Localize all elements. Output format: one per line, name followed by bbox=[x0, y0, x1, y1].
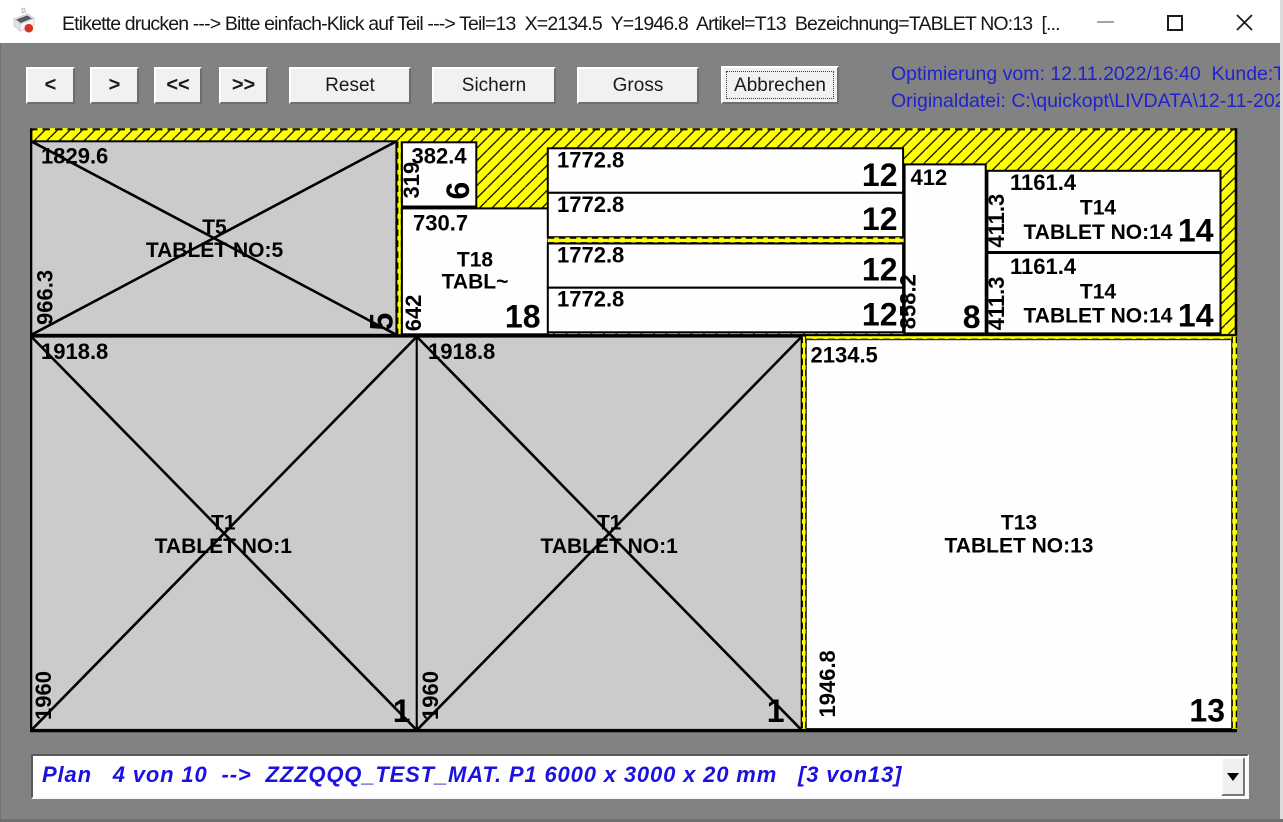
svg-text:TABLET NO:5: TABLET NO:5 bbox=[146, 239, 284, 262]
svg-text:1161.4: 1161.4 bbox=[1010, 170, 1077, 195]
svg-text:T14: T14 bbox=[1080, 280, 1117, 303]
svg-text:966.3: 966.3 bbox=[33, 270, 58, 325]
svg-text:18: 18 bbox=[505, 299, 541, 335]
svg-text:1772.8: 1772.8 bbox=[557, 287, 624, 312]
svg-text:T5: T5 bbox=[202, 216, 227, 239]
svg-text:T18: T18 bbox=[457, 249, 494, 272]
svg-text:1960: 1960 bbox=[31, 671, 56, 720]
svg-text:TABLET NO:1: TABLET NO:1 bbox=[541, 535, 679, 558]
svg-text:TABL~: TABL~ bbox=[442, 271, 509, 294]
svg-text:1946.8: 1946.8 bbox=[815, 650, 840, 717]
svg-text:T13: T13 bbox=[1001, 512, 1037, 535]
svg-text:1: 1 bbox=[767, 693, 785, 729]
svg-text:412: 412 bbox=[911, 165, 948, 190]
svg-text:T1: T1 bbox=[597, 512, 622, 535]
svg-text:TABLET NO:13: TABLET NO:13 bbox=[945, 535, 1094, 558]
svg-text:5: 5 bbox=[364, 313, 400, 331]
svg-text:8: 8 bbox=[963, 299, 981, 335]
svg-text:12: 12 bbox=[862, 157, 898, 193]
svg-text:1918.8: 1918.8 bbox=[41, 339, 108, 364]
svg-text:642: 642 bbox=[401, 295, 426, 332]
svg-text:1772.8: 1772.8 bbox=[557, 192, 624, 217]
svg-text:12: 12 bbox=[862, 296, 898, 332]
svg-text:13: 13 bbox=[1189, 693, 1225, 729]
svg-text:TABLET NO:14: TABLET NO:14 bbox=[1024, 305, 1173, 328]
svg-text:TABLET NO:14: TABLET NO:14 bbox=[1024, 221, 1173, 244]
svg-text:411.3: 411.3 bbox=[984, 277, 1009, 331]
svg-text:1: 1 bbox=[393, 693, 411, 729]
svg-text:12: 12 bbox=[862, 252, 898, 288]
svg-text:T1: T1 bbox=[211, 512, 236, 535]
svg-text:1772.8: 1772.8 bbox=[557, 147, 624, 172]
svg-text:1161.4: 1161.4 bbox=[1010, 254, 1077, 279]
svg-text:730.7: 730.7 bbox=[413, 210, 468, 235]
svg-text:1772.8: 1772.8 bbox=[557, 243, 624, 268]
svg-text:1829.6: 1829.6 bbox=[41, 144, 108, 169]
svg-text:14: 14 bbox=[1178, 297, 1214, 333]
svg-text:T14: T14 bbox=[1080, 197, 1117, 220]
svg-text:858.2: 858.2 bbox=[896, 274, 921, 329]
svg-text:14: 14 bbox=[1178, 213, 1214, 249]
svg-text:1960: 1960 bbox=[418, 671, 443, 720]
svg-text:12: 12 bbox=[862, 201, 898, 237]
svg-text:411.3: 411.3 bbox=[984, 194, 1009, 248]
svg-text:TABLET NO:1: TABLET NO:1 bbox=[155, 535, 293, 558]
svg-text:6: 6 bbox=[440, 182, 476, 200]
svg-text:2134.5: 2134.5 bbox=[811, 343, 878, 368]
svg-text:1918.8: 1918.8 bbox=[428, 339, 495, 364]
svg-text:319: 319 bbox=[399, 162, 424, 199]
